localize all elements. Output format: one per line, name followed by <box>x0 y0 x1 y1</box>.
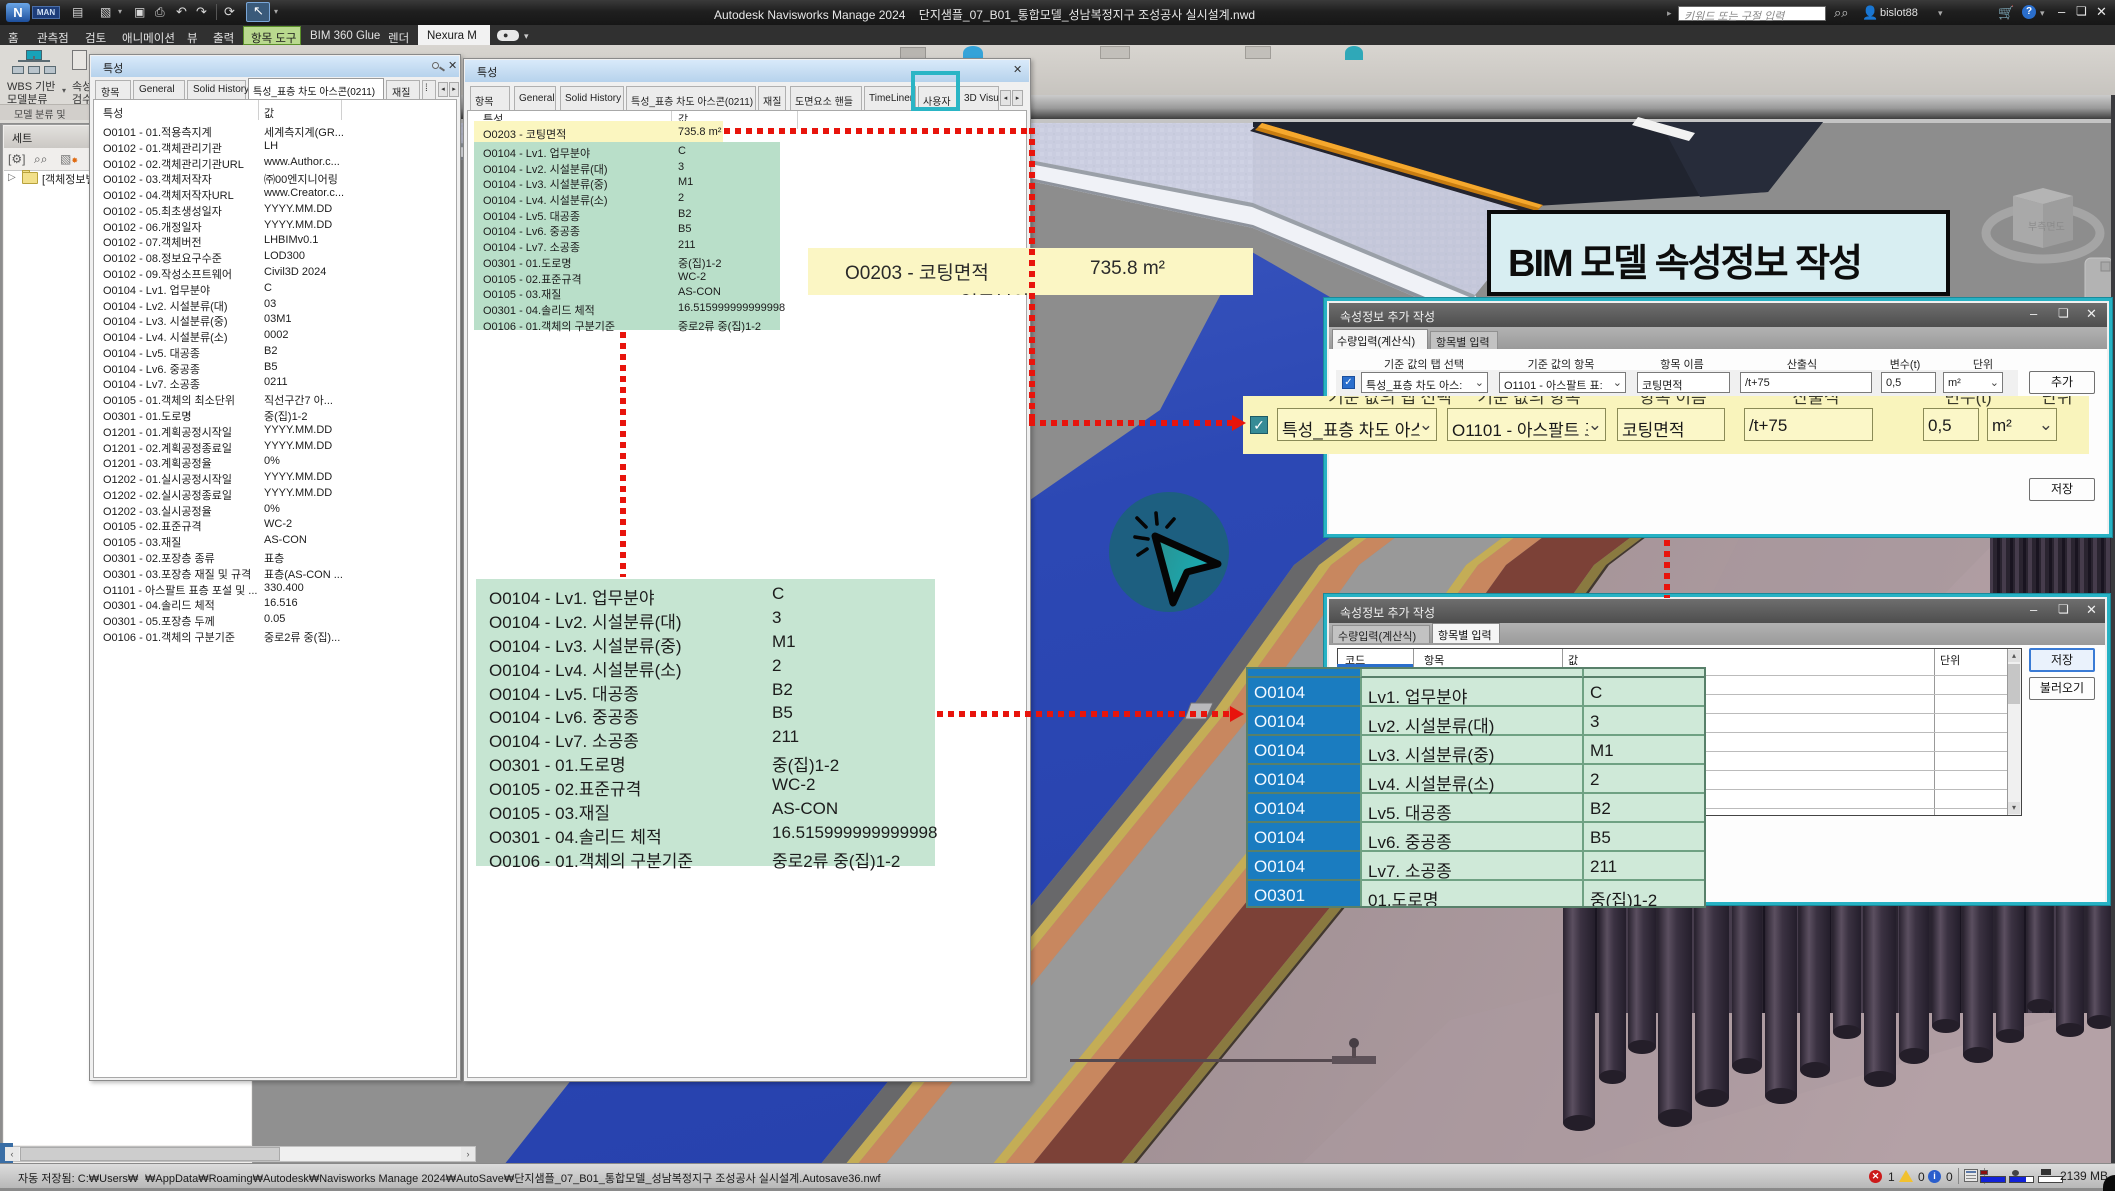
svg-text:부측면도: 부측면도 <box>2028 221 2065 233</box>
